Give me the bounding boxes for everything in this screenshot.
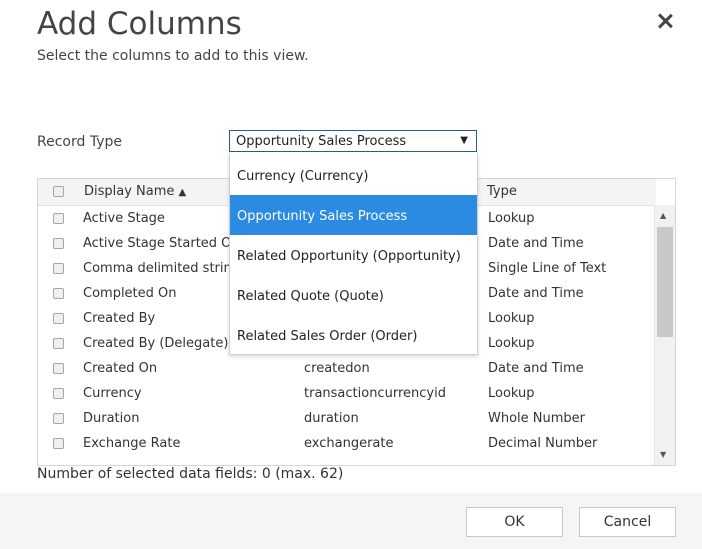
row-checkbox[interactable] xyxy=(53,288,64,299)
row-type: Date and Time xyxy=(488,361,584,376)
record-type-label: Record Type xyxy=(37,134,122,150)
row-type: Lookup xyxy=(488,311,535,326)
row-type: Lookup xyxy=(488,386,535,401)
row-display-name: Duration xyxy=(83,411,140,426)
select-all-checkbox[interactable] xyxy=(53,186,64,197)
dialog-title: Add Columns xyxy=(37,6,242,42)
row-display-name: Currency xyxy=(83,386,142,401)
header-display-name-label: Display Name xyxy=(84,184,175,199)
dropdown-arrow-icon[interactable]: ▼ xyxy=(460,135,468,146)
header-display-name[interactable]: Display Name ▲ xyxy=(84,184,186,199)
row-checkbox[interactable] xyxy=(53,263,64,274)
row-checkbox[interactable] xyxy=(53,313,64,324)
row-type: Date and Time xyxy=(488,286,584,301)
row-checkbox[interactable] xyxy=(53,438,64,449)
row-type: Date and Time xyxy=(488,236,584,251)
row-type: Decimal Number xyxy=(488,436,598,451)
cancel-button[interactable]: Cancel xyxy=(579,507,676,537)
row-schema-name: duration xyxy=(304,411,359,426)
option-related-quote[interactable]: Related Quote (Quote) xyxy=(230,275,477,315)
selected-count: Number of selected data fields: 0 (max. … xyxy=(37,466,344,482)
row-checkbox[interactable] xyxy=(53,388,64,399)
option-opportunity-sales-process[interactable]: Opportunity Sales Process xyxy=(230,195,477,235)
option-related-sales-order[interactable]: Related Sales Order (Order) xyxy=(230,315,477,354)
scroll-thumb[interactable] xyxy=(657,227,673,337)
row-checkbox[interactable] xyxy=(53,213,64,224)
row-display-name: Created By xyxy=(83,311,156,326)
row-display-name: Created On xyxy=(83,361,158,376)
row-display-name: Created By (Delegate) xyxy=(83,336,229,351)
scroll-down-icon[interactable]: ▼ xyxy=(660,450,666,459)
row-schema-name: createdon xyxy=(304,361,370,376)
option-currency[interactable]: Currency (Currency) xyxy=(230,155,477,195)
table-row[interactable]: Created On createdon Date and Time xyxy=(38,357,656,382)
row-display-name: Completed On xyxy=(83,286,177,301)
ok-button[interactable]: OK xyxy=(466,507,563,537)
row-display-name: Exchange Rate xyxy=(83,436,181,451)
row-checkbox[interactable] xyxy=(53,363,64,374)
row-checkbox[interactable] xyxy=(53,238,64,249)
vertical-scrollbar[interactable]: ▲ ▼ xyxy=(654,205,675,465)
option-related-opportunity[interactable]: Related Opportunity (Opportunity) xyxy=(230,235,477,275)
dialog-footer: OK Cancel xyxy=(0,493,702,549)
row-checkbox[interactable] xyxy=(53,338,64,349)
record-type-select[interactable]: Opportunity Sales Process ▼ xyxy=(229,130,477,152)
record-type-dropdown: Currency (Currency) Opportunity Sales Pr… xyxy=(229,153,478,355)
row-type: Single Line of Text xyxy=(488,261,607,276)
table-row[interactable]: Duration duration Whole Number xyxy=(38,407,656,432)
row-schema-name: transactioncurrencyid xyxy=(304,386,446,401)
row-type: Lookup xyxy=(488,336,535,351)
row-display-name: Comma delimited string xyxy=(83,261,241,276)
row-checkbox[interactable] xyxy=(53,413,64,424)
row-display-name: Active Stage xyxy=(83,211,165,226)
record-type-selected-value: Opportunity Sales Process xyxy=(236,134,407,149)
dialog-subtitle: Select the columns to add to this view. xyxy=(37,48,309,64)
header-type[interactable]: Type xyxy=(487,184,517,199)
sort-ascending-icon: ▲ xyxy=(178,187,187,198)
row-schema-name: exchangerate xyxy=(304,436,394,451)
row-type: Whole Number xyxy=(488,411,586,426)
table-row[interactable]: Currency transactioncurrencyid Lookup xyxy=(38,382,656,407)
close-icon[interactable] xyxy=(656,12,674,30)
scroll-up-icon[interactable]: ▲ xyxy=(660,211,666,220)
table-row[interactable]: Exchange Rate exchangerate Decimal Number xyxy=(38,432,656,457)
row-type: Lookup xyxy=(488,211,535,226)
row-display-name: Active Stage Started On xyxy=(83,236,240,251)
